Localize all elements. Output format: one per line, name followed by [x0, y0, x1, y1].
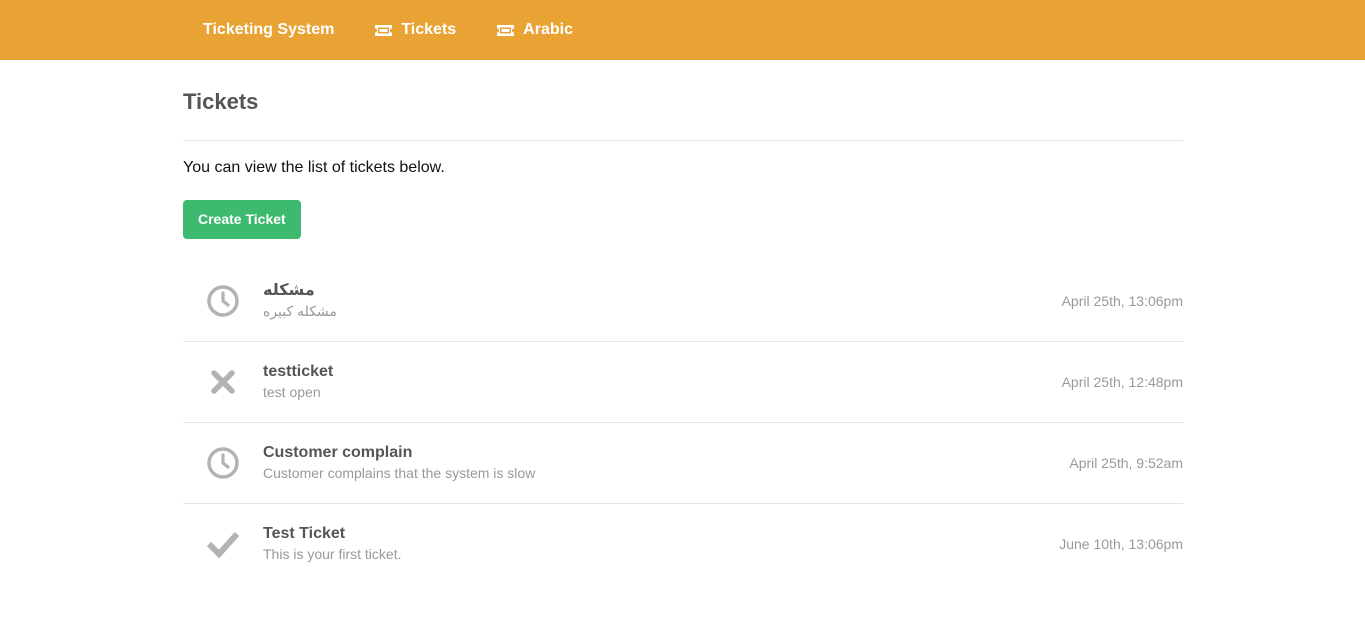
ticket-row[interactable]: Customer complain Customer complains tha…: [183, 423, 1183, 504]
ticket-date: April 25th, 12:48pm: [1061, 374, 1183, 390]
close-icon: [203, 362, 243, 402]
create-ticket-button[interactable]: Create Ticket: [183, 200, 301, 239]
ticket-title: testticket: [263, 363, 334, 380]
page-title: Tickets: [183, 89, 259, 114]
ticket-date: April 25th, 9:52am: [1069, 455, 1183, 471]
ticket-icon: [375, 24, 393, 36]
ticket-title: Customer complain: [263, 444, 413, 461]
ticket-text: Customer complain Customer complains tha…: [263, 443, 1069, 483]
nav-brand[interactable]: Ticketing System: [203, 21, 334, 39]
clock-icon: [203, 443, 243, 483]
ticket-text: مشكله مشكله كبيره: [263, 281, 1062, 321]
ticket-row[interactable]: مشكله مشكله كبيره April 25th, 13:06pm: [183, 261, 1183, 342]
ticket-text: testticket test open: [263, 362, 1062, 402]
check-icon: [203, 524, 243, 564]
ticket-row[interactable]: Test Ticket This is your first ticket. J…: [183, 504, 1183, 584]
ticket-text: Test Ticket This is your first ticket.: [263, 524, 1059, 564]
ticket-date: June 10th, 13:06pm: [1059, 536, 1183, 552]
ticket-description: This is your first ticket.: [263, 546, 402, 562]
divider: [183, 140, 1183, 141]
ticket-description: test open: [263, 384, 321, 400]
nav-item-label: Tickets: [401, 21, 457, 38]
ticket-row[interactable]: testticket test open April 25th, 12:48pm: [183, 342, 1183, 423]
ticket-list: مشكله مشكله كبيره April 25th, 13:06pm te…: [183, 261, 1183, 584]
main-content: Tickets You can view the list of tickets…: [183, 60, 1183, 584]
ticket-description: مشكله كبيره: [263, 303, 337, 319]
ticket-title: Test Ticket: [263, 525, 346, 542]
nav-item-arabic[interactable]: Arabic: [496, 21, 573, 39]
navbar: Ticketing System Tickets Arabic: [0, 0, 1365, 60]
clock-icon: [203, 281, 243, 321]
ticket-title: مشكله: [263, 282, 315, 299]
intro-text: You can view the list of tickets below.: [183, 159, 445, 176]
ticket-description: Customer complains that the system is sl…: [263, 465, 536, 481]
nav-item-tickets[interactable]: Tickets: [374, 21, 456, 39]
nav-item-label: Arabic: [523, 21, 573, 38]
ticket-icon: [497, 24, 515, 36]
ticket-date: April 25th, 13:06pm: [1061, 293, 1183, 309]
